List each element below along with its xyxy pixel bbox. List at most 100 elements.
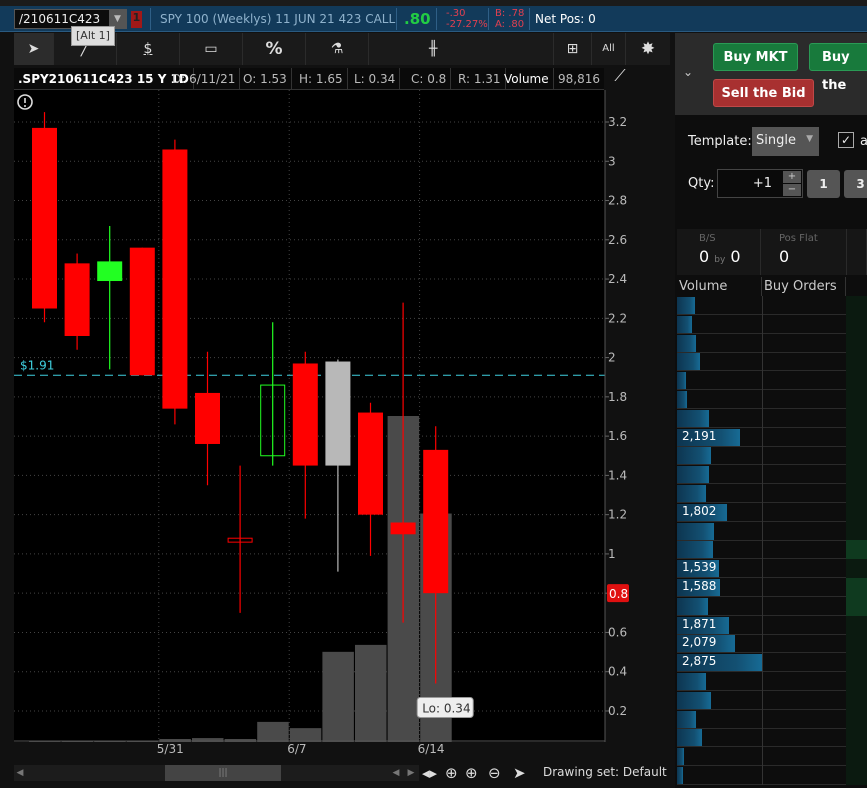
sell-orders-cell[interactable] [846,634,867,654]
sell-orders-cell[interactable] [846,596,867,616]
sell-orders-cell[interactable] [846,559,867,579]
qty-decrement-button[interactable]: − [783,184,801,196]
ladder-row[interactable] [677,672,867,691]
ladder-row[interactable] [677,371,867,391]
rectangle-icon[interactable]: ▭ [180,33,243,65]
ladder-row[interactable] [677,540,867,560]
qty-preset-1-button[interactable]: 1 [807,170,840,198]
ladder-row[interactable] [677,390,867,409]
ladder-row[interactable]: 2,875 [677,653,867,673]
scroll-left-arrow[interactable]: ◀ [14,765,26,781]
info-date: D: 6/11/21 [168,68,241,90]
sell-orders-cell[interactable] [846,728,867,748]
sell-orders-cell[interactable] [846,371,867,391]
sell-orders-cell[interactable] [846,352,867,372]
sell-orders-cell[interactable] [846,578,867,597]
chart-scrollbar[interactable]: ◀ ||| ◀ ▶ [14,765,419,781]
sell-orders-cell[interactable] [846,408,867,428]
y-tick-label: 0.2 [608,704,627,718]
ladder-row[interactable] [677,747,867,767]
sell-orders-cell[interactable] [846,709,867,729]
sell-orders-cell[interactable] [846,540,867,560]
bid-value: B: .78 [495,8,525,19]
all-icon[interactable]: All [592,33,626,65]
column-header-buy-orders[interactable]: Buy Orders [762,277,846,296]
ladder-row[interactable] [677,766,867,785]
volume-profile-bar [677,409,709,427]
ask-value: A: .80 [495,19,525,30]
studies-flask-icon[interactable]: ⚗ [306,33,369,65]
ladder-row[interactable] [677,521,867,541]
sell-orders-cell[interactable] [846,766,867,785]
ladder-row[interactable] [677,314,867,334]
sell-orders-cell[interactable] [846,296,867,315]
ladder-row[interactable]: 2,079 [677,634,867,654]
ladder-row[interactable] [677,709,867,729]
scroll-right-step-arrow[interactable]: ▶ [405,765,417,781]
ladder-row[interactable] [677,408,867,428]
cursor-icon[interactable]: ➤ [14,33,54,65]
sell-orders-cell[interactable] [846,690,867,710]
sell-orders-cell[interactable] [846,672,867,691]
grid-layout-icon[interactable]: ⊞ [554,33,592,65]
checkbox[interactable]: ✓ [838,132,854,148]
buy-mkt-button[interactable]: Buy MKT [713,43,798,71]
qty-preset-3-button[interactable]: 3 [844,170,867,198]
ladder-row[interactable] [677,296,867,315]
price-dollar-icon[interactable]: $ [117,33,180,65]
info-close: C: 0.8 [407,68,452,90]
sell-orders-cell[interactable] [846,465,867,485]
ladder-row[interactable] [677,446,867,466]
ladder-row[interactable]: 1,539 [677,559,867,579]
ladder-row[interactable] [677,484,867,503]
crosshair-icon[interactable]: ⊕ [445,764,458,782]
sell-the-bid-button[interactable]: Sell the Bid [713,79,814,107]
template-dropdown[interactable]: Single ▼ [752,127,819,156]
ladder-row[interactable] [677,333,867,353]
ladder-row[interactable]: 1,871 [677,615,867,635]
ladder-row[interactable]: 1,802 [677,502,867,522]
ladder-row[interactable] [677,596,867,616]
qty-increment-button[interactable]: + [783,171,801,183]
sell-orders-cell[interactable] [846,484,867,503]
buy-the-ask-button[interactable]: Buy the [809,43,867,93]
zoom-in-icon[interactable]: ⊕ [465,764,478,782]
ladder-row[interactable] [677,465,867,485]
candle-body [292,363,318,466]
sell-orders-cell[interactable] [846,446,867,466]
volume-profile-bar [677,767,683,784]
ladder-row[interactable]: 2,191 [677,427,867,447]
link-group-badge[interactable]: 1 [131,11,142,28]
gear-icon[interactable]: ✸ [626,33,670,65]
zoom-out-icon[interactable]: ⊖ [488,764,501,782]
sell-orders-cell[interactable] [846,521,867,541]
sell-orders-cell[interactable] [846,615,867,635]
sell-orders-cell[interactable] [846,502,867,522]
volume-profile-bar [677,447,712,465]
next-cell [847,229,867,275]
scroll-left-step-arrow[interactable]: ◀ [390,765,402,781]
percent-icon[interactable]: % [243,33,306,65]
ladder-row[interactable] [677,728,867,748]
scrollbar-thumb[interactable]: ||| [165,765,281,781]
drawing-set-selector[interactable]: Drawing set: Default [543,765,667,779]
ladder-row[interactable] [677,352,867,372]
column-header-volume[interactable]: Volume [677,277,762,296]
expand-time-axis-icon[interactable]: ◂▸ [422,764,437,782]
price-chart[interactable]: 3.2 3 2.8 2.6 2.4 2.2 2 1.8 1.6 1.4 1.2 1 0.8 0.6 0.4 0… [14,90,670,742]
sell-orders-cell[interactable] [846,653,867,673]
chart-style-candle-icon[interactable]: ╫ [369,33,554,65]
sell-orders-cell[interactable] [846,747,867,767]
ladder-row[interactable] [677,690,867,710]
chart-expand-icon[interactable]: ⟋ [607,66,633,92]
sell-orders-cell[interactable] [846,390,867,409]
active-trader-panel: ⌄ Buy MKT Buy the Sell the Bid Template:… [675,33,867,788]
y-tick-label: 2.8 [608,194,627,208]
pointer-icon[interactable]: ➤ [513,764,526,782]
sell-orders-cell[interactable] [846,333,867,353]
ladder-row[interactable]: 1,588 [677,578,867,597]
sell-orders-cell[interactable] [846,314,867,334]
sell-orders-cell[interactable] [846,427,867,447]
chevron-down-icon[interactable]: ⌄ [683,65,693,79]
bs-label: B/S [699,233,716,244]
